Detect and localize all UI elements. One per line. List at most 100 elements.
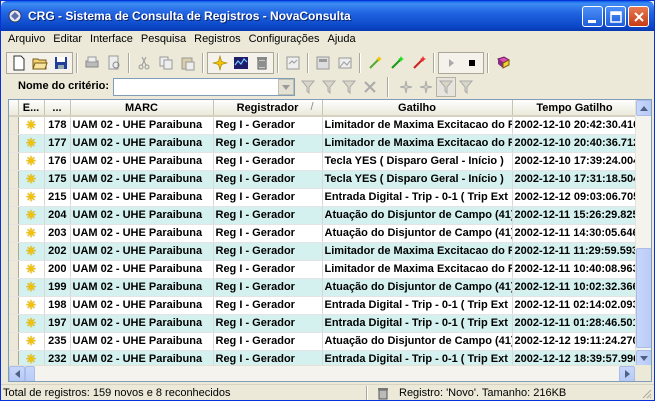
wand-button[interactable]: [364, 52, 386, 74]
stop-button[interactable]: [461, 52, 482, 74]
menu-interface[interactable]: Interface: [86, 31, 137, 49]
filter-sparkle-button[interactable]: [396, 77, 416, 97]
resize-grip-icon[interactable]: [640, 387, 652, 399]
row-indicator[interactable]: [9, 278, 19, 297]
horizontal-scrollbar[interactable]: [9, 365, 635, 381]
wand-green-button[interactable]: [386, 52, 408, 74]
close-button[interactable]: [628, 6, 649, 27]
stop-icon: [468, 60, 475, 66]
close-icon: [634, 12, 644, 22]
table-row[interactable]: ✳ 203 UAM 02 - UHE Paraibuna Reg I - Gerado…: [9, 224, 638, 243]
table-row[interactable]: ✳ 215 UAM 02 - UHE Paraibuna Reg I - Gerado…: [9, 188, 638, 207]
scroll-down-button[interactable]: [636, 350, 651, 366]
menu-arquivo[interactable]: Arquivo: [4, 31, 49, 49]
row-indicator[interactable]: [9, 296, 19, 315]
row-indicator[interactable]: [9, 152, 19, 171]
scroll-left-button[interactable]: [9, 366, 25, 381]
compare-button[interactable]: [282, 52, 304, 74]
toolbar-separator: [307, 53, 309, 73]
table-row[interactable]: ✳ 200 UAM 02 - UHE Paraibuna Reg I - Gerado…: [9, 260, 638, 279]
scroll-right-button[interactable]: [619, 366, 635, 381]
record-id: 176: [44, 152, 71, 171]
new-record-star-icon: ✳: [25, 351, 37, 366]
header-marc[interactable]: MARC: [70, 100, 214, 117]
filter-clear-button[interactable]: [456, 77, 476, 97]
criterio-dropdown-button[interactable]: [278, 79, 294, 95]
table-row[interactable]: ✳ 175 UAM 02 - UHE Paraibuna Reg I - Gerado…: [9, 170, 638, 189]
records-grid[interactable]: E... ... MARC Registrador / Gatilho Temp…: [8, 99, 652, 382]
row-indicator[interactable]: [9, 188, 19, 207]
save-button[interactable]: [50, 52, 71, 74]
row-status: ✳: [18, 188, 45, 207]
open-button[interactable]: [29, 52, 50, 74]
filter-active-button[interactable]: [436, 77, 456, 97]
picture-button[interactable]: [334, 52, 356, 74]
header-estado[interactable]: E...: [18, 100, 45, 117]
print-button[interactable]: [81, 52, 103, 74]
layout-button[interactable]: [312, 52, 334, 74]
record-marc: UAM 02 - UHE Paraibuna: [70, 116, 214, 135]
header-gatilho[interactable]: Gatilho: [322, 100, 513, 117]
toolbar-group-file: [6, 52, 73, 74]
table-row[interactable]: ✳ 202 UAM 02 - UHE Paraibuna Reg I - Gerado…: [9, 242, 638, 261]
copy-button[interactable]: [155, 52, 177, 74]
table-row[interactable]: ✳ 204 UAM 02 - UHE Paraibuna Reg I - Gerado…: [9, 206, 638, 225]
vertical-scrollbar[interactable]: [635, 100, 651, 366]
record-id: 199: [44, 278, 71, 297]
record-registrador: Reg I - Gerador: [213, 296, 323, 315]
menu-configuracoes[interactable]: Configurações: [245, 31, 324, 49]
new-button[interactable]: [8, 52, 29, 74]
row-indicator[interactable]: [9, 224, 19, 243]
registrador-header-label: Registrador: [236, 101, 299, 114]
filter-funnel-button[interactable]: [298, 77, 318, 97]
funnel-edit-icon: [341, 80, 357, 95]
row-indicator[interactable]: [9, 206, 19, 225]
menu-ajuda[interactable]: Ajuda: [324, 31, 360, 49]
wand-red-button[interactable]: [408, 52, 430, 74]
menu-editar[interactable]: Editar: [49, 31, 86, 49]
menu-pesquisa[interactable]: Pesquisa: [137, 31, 190, 49]
cut-button[interactable]: [133, 52, 155, 74]
table-row[interactable]: ✳ 177 UAM 02 - UHE Paraibuna Reg I - Gerado…: [9, 134, 638, 153]
delete-button[interactable]: [251, 52, 272, 74]
horizontal-scroll-thumb[interactable]: [25, 366, 35, 381]
filter-funnel-remove-button[interactable]: [360, 77, 380, 97]
toolbar-separator: [128, 53, 130, 73]
play-button[interactable]: [440, 52, 461, 74]
window-title: CRG - Sistema de Consulta de Registros -…: [28, 9, 351, 23]
header-id[interactable]: ...: [44, 100, 71, 117]
toolbar-group-playback: [438, 52, 484, 74]
scroll-up-button[interactable]: [636, 100, 651, 116]
filter-apply-button[interactable]: [416, 77, 436, 97]
criterio-input[interactable]: [113, 78, 295, 96]
row-indicator[interactable]: [9, 134, 19, 153]
table-row[interactable]: ✳ 198 UAM 02 - UHE Paraibuna Reg I - Gerado…: [9, 296, 638, 315]
table-row[interactable]: ✳ 235 UAM 02 - UHE Paraibuna Reg I - Gerado…: [9, 332, 638, 351]
row-indicator[interactable]: [9, 242, 19, 261]
minimize-button[interactable]: [582, 6, 603, 27]
menu-registros[interactable]: Registros: [190, 31, 244, 49]
row-indicator[interactable]: [9, 332, 19, 351]
filter-funnel-edit-button[interactable]: [339, 77, 359, 97]
record-id: 200: [44, 260, 71, 279]
filter-funnel-add-button[interactable]: [319, 77, 339, 97]
header-registrador[interactable]: Registrador /: [213, 100, 323, 117]
title-bar[interactable]: CRG - Sistema de Consulta de Registros -…: [1, 1, 654, 31]
row-indicator[interactable]: [9, 260, 19, 279]
header-tempo-gatilho[interactable]: Tempo Gatilho: [512, 100, 638, 117]
row-indicator[interactable]: [9, 116, 19, 135]
paste-button[interactable]: [177, 52, 199, 74]
table-row[interactable]: ✳ 199 UAM 02 - UHE Paraibuna Reg I - Gerado…: [9, 278, 638, 297]
view-chart-button[interactable]: [230, 52, 251, 74]
row-indicator[interactable]: [9, 314, 19, 333]
maximize-button[interactable]: [605, 6, 626, 27]
row-indicator[interactable]: [9, 170, 19, 189]
print-preview-button[interactable]: [103, 52, 125, 74]
vertical-scroll-thumb[interactable]: [636, 248, 651, 348]
table-row[interactable]: ✳ 197 UAM 02 - UHE Paraibuna Reg I - Gerado…: [9, 314, 638, 333]
record-registrador: Reg I - Gerador: [213, 116, 323, 135]
table-row[interactable]: ✳ 176 UAM 02 - UHE Paraibuna Reg I - Gerado…: [9, 152, 638, 171]
table-row[interactable]: ✳ 178 UAM 02 - UHE Paraibuna Reg I - Gerado…: [9, 116, 638, 135]
new-query-button[interactable]: [209, 52, 230, 74]
book-button[interactable]: [492, 52, 514, 74]
